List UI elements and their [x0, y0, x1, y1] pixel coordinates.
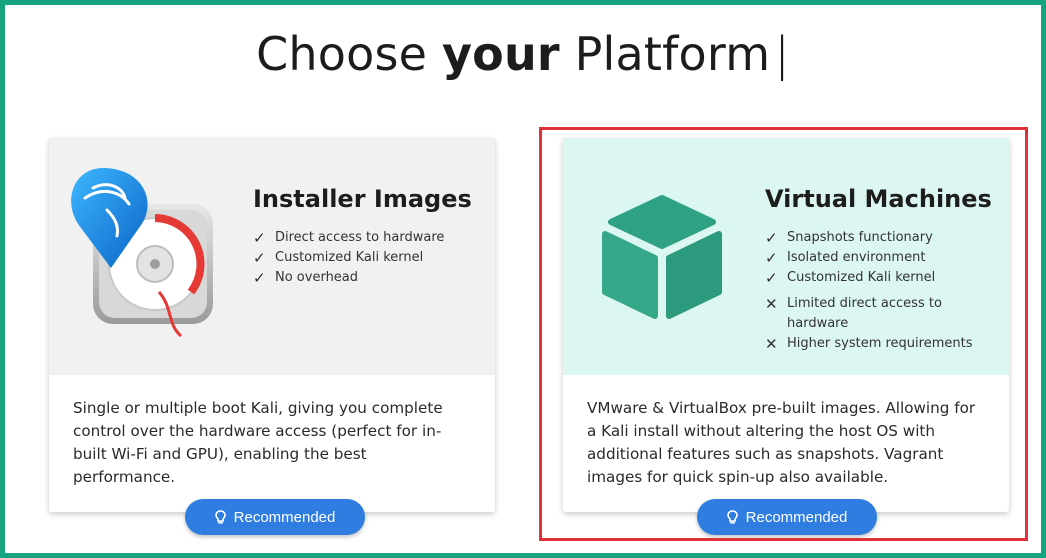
page-title: Choose your Platform| [5, 27, 1041, 81]
text-caret: | [774, 27, 790, 81]
feature-item: ✕ Higher system requirements [765, 334, 995, 354]
feature-text: Snapshots functionary [787, 230, 933, 245]
recommended-button[interactable]: Recommended [697, 499, 877, 535]
feature-item: ✓ Customized Kali kernel [765, 268, 995, 288]
feature-item: ✕ Limited direct access to hardware [765, 294, 967, 334]
cross-icon: ✕ [765, 335, 778, 353]
feature-item: ✓ Snapshots functionary [765, 228, 995, 248]
lightbulb-icon [726, 509, 738, 525]
feature-text: Limited direct access to hardware [787, 296, 942, 331]
lightbulb-icon [214, 509, 226, 525]
cross-icon: ✕ [765, 295, 778, 313]
check-icon: ✓ [253, 229, 266, 247]
virtual-machines-media: Virtual Machines ✓ Snapshots functionary … [563, 138, 1009, 375]
button-label: Recommended [745, 508, 848, 526]
feature-item: ✓ Direct access to hardware [253, 228, 444, 248]
virtual-cube-icon [602, 195, 722, 319]
page-frame: Choose your Platform| Installer Images ✓… [0, 0, 1046, 558]
title-prefix: Choose [256, 27, 442, 81]
feature-text: Isolated environment [787, 250, 926, 265]
card-description: Single or multiple boot Kali, giving you… [73, 399, 443, 486]
feature-text: Direct access to hardware [275, 230, 445, 245]
feature-item: ✓ No overhead [253, 268, 444, 288]
card-heading: Installer Images [253, 185, 472, 213]
card-description: VMware & VirtualBox pre-built images. Al… [587, 399, 976, 486]
check-icon: ✓ [253, 269, 266, 287]
feature-list: ✓ Snapshots functionary ✓ Isolated environ… [765, 228, 995, 354]
title-suffix: Platform [559, 27, 771, 81]
button-label: Recommended [233, 508, 336, 526]
feature-text: Customized Kali kernel [275, 250, 424, 265]
check-icon: ✓ [765, 249, 778, 267]
recommended-button[interactable]: Recommended [185, 499, 365, 535]
feature-text: Customized Kali kernel [787, 270, 936, 285]
title-bold: your [441, 27, 560, 81]
installer-images-media: Installer Images ✓ Direct access to hardw… [49, 138, 495, 375]
card-heading: Virtual Machines [765, 185, 992, 213]
installer-disc-icon [71, 168, 213, 338]
feature-text: No overhead [275, 270, 359, 285]
installer-images-card[interactable]: Installer Images ✓ Direct access to hardw… [49, 138, 495, 535]
feature-list: ✓ Direct access to hardware ✓ Customized K… [253, 228, 444, 288]
check-icon: ✓ [253, 249, 266, 267]
check-icon: ✓ [765, 269, 778, 287]
feature-item: ✓ Customized Kali kernel [253, 248, 444, 268]
feature-item: ✓ Isolated environment [765, 248, 995, 268]
check-icon: ✓ [765, 229, 778, 247]
virtual-machines-card[interactable]: Virtual Machines ✓ Snapshots functionary … [563, 138, 1009, 535]
feature-text: Higher system requirements [787, 336, 973, 351]
